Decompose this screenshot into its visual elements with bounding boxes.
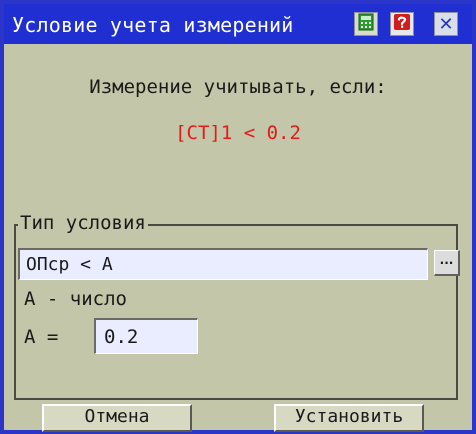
close-icon: ✕	[438, 13, 454, 35]
close-button[interactable]: ✕	[434, 12, 458, 36]
a-value-input[interactable]: 0.2	[94, 318, 198, 354]
help-icon	[393, 13, 411, 35]
calculator-button[interactable]	[354, 12, 378, 36]
title-bar[interactable]: Условие учета измерений ✕	[4, 4, 472, 44]
prompt-text: Измерение учитывать, если:	[89, 76, 387, 98]
condition-type-label: Тип условия	[18, 212, 148, 234]
condition-dialog: Условие учета измерений ✕ Измерение учит…	[0, 0, 476, 434]
a-description: А - число	[24, 288, 127, 310]
set-button[interactable]: Установить	[274, 404, 424, 432]
help-button[interactable]	[390, 12, 414, 36]
condition-type-field[interactable]: ОПср < А	[18, 248, 428, 280]
browse-condition-button[interactable]: ...	[434, 250, 460, 276]
condition-text: [CT]1 < 0.2	[175, 122, 301, 144]
cancel-button[interactable]: Отмена	[42, 404, 192, 432]
window-title: Условие учета измерений	[12, 13, 294, 37]
a-label: А =	[24, 326, 59, 348]
calculator-icon	[358, 13, 374, 35]
